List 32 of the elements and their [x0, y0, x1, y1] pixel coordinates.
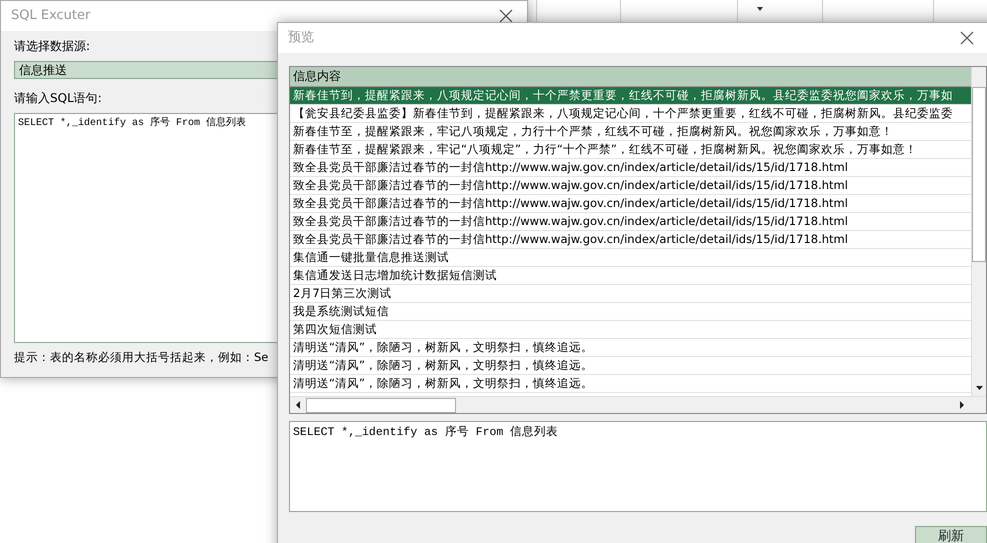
dropdown-arrow-icon[interactable]: [757, 7, 763, 11]
data-source-dropdown[interactable]: 信息推送: [14, 61, 278, 79]
table-row[interactable]: 致全县党员干部廉洁过春节的一封信http://www.wajw.gov.cn/index/article/detail/ids/15/id/1718.html: [290, 159, 971, 177]
table-row[interactable]: 新春佳节至，提醒紧跟来，牢记八项规定，力行十个严禁，红线不可碰，拒腐树新风。祝您阖家欢乐，万事如意！: [290, 123, 971, 141]
table-row[interactable]: 【瓮安县纪委县监委】新春佳节到，提醒紧跟来，八项规定记心间，十个严禁更重要，红线不可碰，拒腐树新风。县纪委监委: [290, 105, 971, 123]
table-row[interactable]: 2月7日第三次测试: [290, 285, 971, 303]
table-row[interactable]: 新春佳节到，提醒紧跟来，八项规定记心间，十个严禁更重要，红线不可碰，拒腐树新风。县纪委监委祝您阖家欢乐，万事如: [290, 87, 971, 105]
sql-input-field[interactable]: SELECT *,_identify as 序号 From 信息列表: [14, 113, 278, 343]
column-header[interactable]: 信息内容: [290, 67, 971, 87]
table-row[interactable]: 致全县党员干部廉洁过春节的一封信http://www.wajw.gov.cn/index/article/detail/ids/15/id/1718.html: [290, 195, 971, 213]
table-row[interactable]: 清明送“清风”，除陋习，树新风，文明祭扫，慎终追远。: [290, 357, 971, 375]
field-label: 请选择数据源:: [14, 38, 90, 55]
table-row[interactable]: 集信通一键批量信息推送测试: [290, 249, 971, 267]
table-row[interactable]: 集信通发送日志增加统计数据短信测试: [290, 267, 971, 285]
hint-text: 提示：表的名称必须用大括号括起来，例如：Se: [14, 349, 268, 366]
sql-preview-field[interactable]: SELECT *,_identify as 序号 From 信息列表: [289, 421, 987, 512]
table-row[interactable]: 清明送“清风”，除陋习，树新风，文明祭扫，慎终追远。: [290, 339, 971, 357]
window-title: 预览: [288, 29, 314, 48]
close-icon[interactable]: [960, 31, 974, 45]
table-row[interactable]: 致全县党员干部廉洁过春节的一封信http://www.wajw.gov.cn/index/article/detail/ids/15/id/1718.html: [290, 213, 971, 231]
table-row[interactable]: 我是系统测试短信: [290, 303, 971, 321]
scrollbar-thumb[interactable]: [306, 398, 456, 412]
table-row[interactable]: 致全县党员干部廉洁过春节的一封信http://www.wajw.gov.cn/index/article/detail/ids/15/id/1718.html: [290, 177, 971, 195]
field-label: 请输入SQL语句:: [14, 90, 102, 107]
close-icon[interactable]: [499, 9, 513, 23]
table-row[interactable]: 致全县党员干部廉洁过春节的一封信http://www.wajw.gov.cn/index/article/detail/ids/15/id/1718.html: [290, 231, 971, 249]
refresh-button[interactable]: 刷新: [915, 526, 987, 543]
table-row[interactable]: 新春佳节至，提醒紧跟来，牢记“八项规定”，力行“十个严禁”，红线不可碰，拒腐树新风。祝您阖家欢乐，万事如意！: [290, 141, 971, 159]
scrollbar-thumb[interactable]: [972, 87, 986, 262]
table-row[interactable]: 第四次短信测试: [290, 321, 971, 339]
window-title: SQL Excuter: [11, 7, 90, 26]
table-row[interactable]: 清明送“清风”，除陋习，树新风，文明祭扫，慎终追远。: [290, 375, 971, 393]
